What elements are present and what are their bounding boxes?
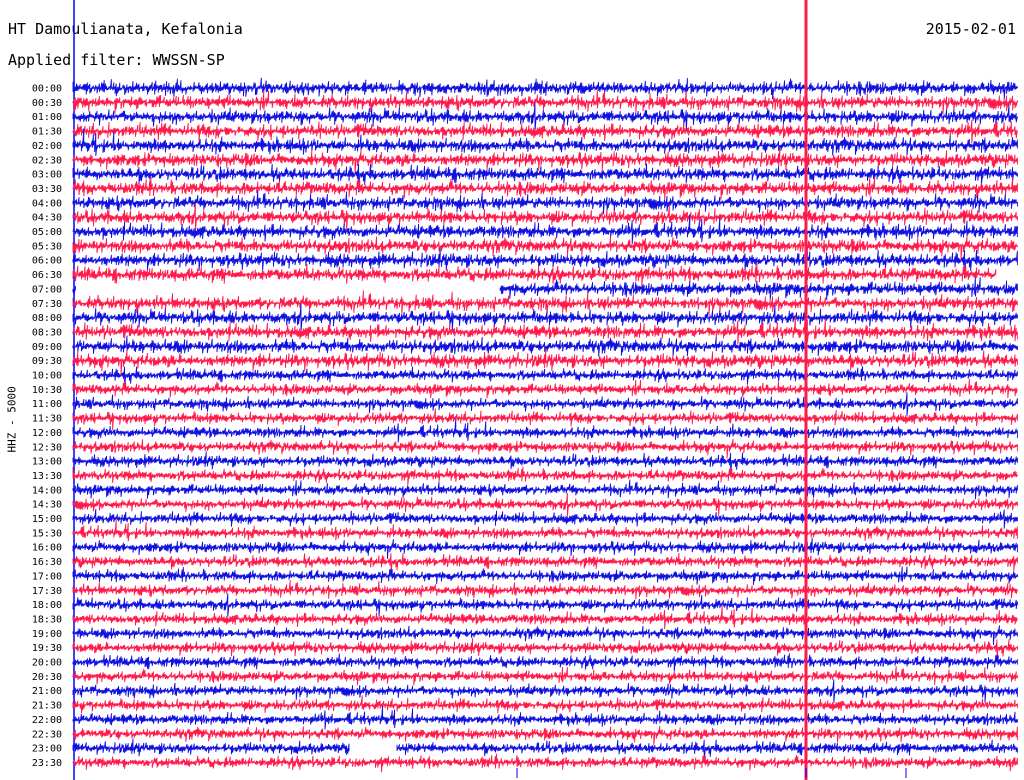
time-tick-label: 22:30 [32, 729, 62, 740]
time-tick-label: 09:30 [32, 356, 62, 367]
trace-row [72, 77, 1018, 100]
time-tick-label: 00:30 [32, 98, 62, 109]
time-tick-label: 01:30 [32, 127, 62, 138]
trace-row [72, 637, 1018, 663]
time-tick-label: 15:00 [32, 514, 62, 525]
trace-row [72, 537, 1018, 559]
time-tick-label: 19:30 [32, 643, 62, 654]
trace-row [72, 392, 1018, 416]
trace-row [72, 189, 1018, 215]
time-tick-label: 14:30 [32, 500, 62, 511]
time-tick-label: 13:00 [32, 457, 62, 468]
time-tick-label: 08:00 [32, 313, 62, 324]
trace-row [72, 492, 1018, 517]
trace-row [72, 128, 1018, 157]
time-tick-label: 13:30 [32, 471, 62, 482]
time-tick-label: 18:30 [32, 614, 62, 625]
time-tick-label: 18:00 [32, 600, 62, 611]
time-tick-label: 06:00 [32, 256, 62, 267]
time-tick-label: 17:30 [32, 586, 62, 597]
time-tick-label: 03:30 [32, 184, 62, 195]
trace-row [72, 666, 1018, 686]
time-tick-label: 12:00 [32, 428, 62, 439]
time-tick-label: 20:30 [32, 672, 62, 683]
trace-row [72, 203, 1018, 233]
trace-row [72, 466, 1018, 486]
time-tick-label: 01:00 [32, 112, 62, 123]
trace-row [72, 479, 1018, 500]
trace-row [72, 725, 1018, 746]
time-tick-label: 11:00 [32, 399, 62, 410]
time-tick-label: 16:30 [32, 557, 62, 568]
time-tick-label: 10:30 [32, 385, 62, 396]
trace-row [72, 102, 1018, 133]
time-tick-label: 21:00 [32, 686, 62, 697]
time-tick-label: 11:30 [32, 414, 62, 425]
time-tick-label: 20:00 [32, 658, 62, 669]
time-tick-label: 14:00 [32, 485, 62, 496]
time-tick-label: 12:30 [32, 442, 62, 453]
trace-row [72, 552, 1018, 577]
time-tick-label: 16:00 [32, 543, 62, 554]
time-tick-label: 15:30 [32, 528, 62, 539]
time-tick-label: 10:00 [32, 371, 62, 382]
trace-row [72, 625, 1018, 646]
time-tick-label: 17:00 [32, 571, 62, 582]
time-tick-label: 05:00 [32, 227, 62, 238]
helicorder-plot: 00:00 00:30 01:00 01:30 02:00 02:30 03:00 03:30… [32, 0, 1018, 780]
trace-row [72, 379, 1018, 399]
trace-row [72, 579, 1018, 600]
trace-row [72, 263, 997, 287]
trace-row [72, 277, 1018, 301]
trace-row [72, 119, 1018, 144]
time-tick-label: 22:00 [32, 715, 62, 726]
time-tick-label: 23:00 [32, 744, 62, 755]
trace-row [72, 408, 1018, 431]
time-tick-label: 23:30 [32, 758, 62, 769]
time-tick-label: 06:30 [32, 270, 62, 281]
trace-row [72, 566, 1018, 585]
trace-row [72, 605, 1018, 630]
time-tick-label: 21:30 [32, 701, 62, 712]
time-tick-label: 07:00 [32, 284, 62, 295]
trace-row [72, 679, 1018, 703]
trace-row [72, 508, 1018, 529]
time-tick-label: 04:00 [32, 198, 62, 209]
trace-row [72, 176, 1018, 200]
time-tick-label: 07:30 [32, 299, 62, 310]
trace-row [72, 753, 1018, 773]
trace-row [72, 519, 1018, 542]
time-tick-label: 19:00 [32, 629, 62, 640]
time-tick-label: 05:30 [32, 241, 62, 252]
time-tick-label: 02:00 [32, 141, 62, 152]
trace-row [72, 438, 1018, 459]
trace-row [72, 695, 1018, 714]
time-tick-label: 02:30 [32, 155, 62, 166]
time-tick-label: 00:00 [32, 84, 62, 95]
time-tick-label: 09:00 [32, 342, 62, 353]
trace-row [72, 653, 1018, 672]
trace-row [72, 418, 1018, 443]
time-tick-label: 03:00 [32, 170, 62, 181]
time-tick-label: 04:30 [32, 213, 62, 224]
time-tick-label: 08:30 [32, 327, 62, 338]
